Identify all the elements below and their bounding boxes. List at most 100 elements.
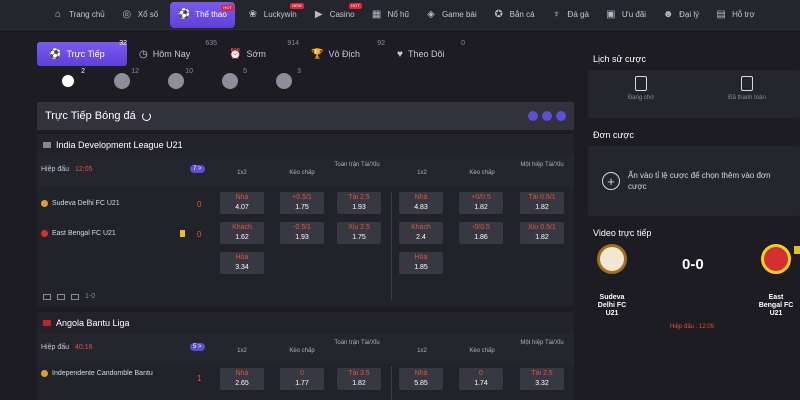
stats-icon[interactable] bbox=[57, 293, 65, 300]
odds-value: 4.07 bbox=[235, 204, 249, 211]
nav-promotions[interactable]: ▣ Ưu đãi bbox=[597, 0, 654, 30]
odds-label: Tài 2.5 bbox=[531, 370, 553, 377]
nav-cards[interactable]: ◈ Game bài bbox=[417, 0, 485, 30]
nav-cockfight[interactable]: ♆ Đá gà bbox=[543, 0, 597, 30]
away-team: East Bengal FC U21 bbox=[41, 230, 116, 237]
odds-label: Tài 0.5/1 bbox=[528, 194, 556, 201]
tennis-icon bbox=[168, 73, 184, 89]
league-name: Angola Bantu Liga bbox=[56, 318, 130, 328]
odds-cell[interactable]: Tài 2.5 3.32 bbox=[520, 368, 564, 390]
odds-cell[interactable]: -0.5/1 1.93 bbox=[280, 222, 324, 244]
fish-icon: ✪ bbox=[494, 9, 503, 20]
live-time: Hiệp đấu : 12:05 bbox=[670, 324, 715, 330]
col-handicap: Kèo chấp bbox=[289, 170, 315, 176]
tab-outright[interactable]: 🏆 Vô Địch 92 bbox=[299, 40, 385, 66]
side-drawer-toggle[interactable] bbox=[794, 246, 800, 254]
sport-tennis[interactable]: 10 bbox=[165, 68, 193, 92]
nav-fish[interactable]: ✪ Bắn cá bbox=[485, 0, 543, 30]
odds-cell[interactable]: Khách 1.62 bbox=[220, 222, 264, 244]
odds-cell[interactable]: Khách 2.4 bbox=[399, 222, 443, 244]
nav-label: Đá gà bbox=[567, 10, 589, 19]
tab-count: 92 bbox=[377, 40, 385, 47]
nav-label: Trang chủ bbox=[69, 10, 105, 19]
away-score: 0 bbox=[197, 230, 202, 239]
odds-cell[interactable]: Xỉu 0.5/1 1.82 bbox=[520, 222, 564, 244]
refresh-icon[interactable] bbox=[141, 111, 151, 121]
col-ou-full: Toàn trận Tài/Xỉu bbox=[334, 162, 380, 168]
league-header[interactable]: Angola Bantu Liga bbox=[37, 312, 574, 334]
luckywin-icon: ❀ bbox=[248, 9, 257, 20]
live-section-header: Trực Tiếp Bóng đá bbox=[37, 102, 574, 130]
odds-cell[interactable]: 0 1.77 bbox=[280, 368, 324, 390]
sport-basketball[interactable]: 12 bbox=[111, 68, 139, 92]
nav-agent[interactable]: ☻ Đại lý bbox=[654, 0, 707, 30]
live-score: 0-0 bbox=[682, 256, 704, 273]
tab-label: Hôm Nay bbox=[152, 49, 191, 59]
odds-value: 3.32 bbox=[535, 380, 549, 387]
nav-casino[interactable]: ▶ Casino HOT bbox=[305, 0, 363, 30]
odds-cell[interactable]: Tài 0.5/1 1.82 bbox=[520, 192, 564, 214]
view-option-icon[interactable] bbox=[542, 111, 552, 121]
heart-icon: ♥ bbox=[397, 48, 403, 60]
odds-cell[interactable]: Nhà 2.65 bbox=[220, 368, 264, 390]
odds-cell[interactable]: Xỉu 2.5 1.75 bbox=[337, 222, 381, 244]
odds-cell[interactable]: -0/0.5 1.86 bbox=[459, 222, 503, 244]
more-markets-button[interactable]: 7 > bbox=[190, 165, 205, 173]
odds-cell[interactable]: Nhà 4.83 bbox=[399, 192, 443, 214]
match-clock: 40:16 bbox=[75, 344, 93, 351]
nav-slots[interactable]: ▦ Nổ hũ bbox=[363, 0, 417, 30]
odds-cell[interactable]: Nhà 5.85 bbox=[399, 368, 443, 390]
settled-bets[interactable]: Đã thanh toán bbox=[694, 70, 800, 118]
table-tennis-icon bbox=[276, 73, 292, 89]
tab-label: Theo Dõi bbox=[407, 49, 445, 59]
col-handicap-half: Kèo chấp bbox=[469, 170, 495, 176]
live-video-panel[interactable]: Sudeva Delhi FC U21 0-0 Hiệp đấu : 12:05… bbox=[588, 238, 800, 358]
more-markets-button[interactable]: 5 > bbox=[190, 343, 205, 351]
odds-cell[interactable]: +0/0.5 1.82 bbox=[459, 192, 503, 214]
tab-favorites[interactable]: ♥ Theo Dõi 0 bbox=[385, 40, 465, 66]
odds-cell[interactable]: 0 1.74 bbox=[459, 368, 503, 390]
sport-volleyball[interactable]: 5 bbox=[219, 68, 247, 92]
support-icon: ▤ bbox=[716, 9, 726, 20]
nav-home[interactable]: ⌂ Trang chủ bbox=[44, 0, 113, 30]
nav-lottery[interactable]: ◎ Xổ số bbox=[113, 0, 166, 30]
clock-icon: ◷ bbox=[139, 48, 148, 60]
odds-cell[interactable]: Nhà 4.07 bbox=[220, 192, 264, 214]
odds-value: 1.75 bbox=[352, 234, 366, 241]
odds-cell[interactable]: Hòa 3.34 bbox=[220, 252, 264, 274]
sport-soccer[interactable]: 2 bbox=[57, 68, 85, 92]
nav-label: Nổ hũ bbox=[387, 10, 409, 19]
tv-icon[interactable] bbox=[71, 293, 79, 300]
sport-table-tennis[interactable]: 3 bbox=[273, 68, 301, 92]
odds-cell[interactable]: Tài 3.5 1.82 bbox=[337, 368, 381, 390]
odds-cell[interactable]: Hòa 1.85 bbox=[399, 252, 443, 274]
odds-cell[interactable]: +0.5/1 1.75 bbox=[280, 192, 324, 214]
odds-column-header: Hiệp đấu 12:05 7 > 1x2 Kèo chấp Toàn trận… bbox=[37, 156, 574, 186]
team-logo-icon bbox=[761, 244, 791, 274]
pending-bets[interactable]: Đang chờ bbox=[588, 70, 694, 118]
odds-label: -0.5/1 bbox=[293, 224, 311, 231]
hot-badge: HOT bbox=[349, 2, 362, 9]
league-name: India Development League U21 bbox=[56, 140, 183, 150]
odds-label: Tài 2.5 bbox=[348, 194, 370, 201]
league-header[interactable]: India Development League U21 bbox=[37, 134, 574, 156]
team-crest-icon bbox=[41, 200, 48, 207]
nav-label: Bắn cá bbox=[509, 10, 535, 19]
team-crest-icon bbox=[41, 230, 48, 237]
team-name: Sudeva Delhi FC U21 bbox=[597, 294, 627, 317]
view-option-icon[interactable] bbox=[528, 111, 538, 121]
nav-luckywin[interactable]: ❀ Luckywin NEW bbox=[239, 0, 305, 30]
view-option-icon[interactable] bbox=[556, 111, 566, 121]
nav-sports[interactable]: ⚽ Thể thao HOT bbox=[170, 1, 235, 28]
nav-support[interactable]: ▤ Hỗ trợ bbox=[707, 0, 763, 30]
odds-label: 0 bbox=[300, 370, 304, 377]
agent-icon: ☻ bbox=[662, 9, 674, 20]
tab-today[interactable]: ◷ Hôm Nay 635 bbox=[127, 40, 217, 66]
odds-cell[interactable]: Tài 2.5 1.93 bbox=[337, 192, 381, 214]
tab-live[interactable]: ⚽ Trực Tiếp 32 bbox=[37, 40, 127, 66]
video-icon[interactable] bbox=[43, 293, 51, 300]
odds-value: 1.85 bbox=[414, 264, 428, 271]
col-ou-half: Một hiệp Tài/Xỉu bbox=[520, 340, 564, 346]
video-home-team: Sudeva Delhi FC U21 bbox=[592, 244, 632, 318]
tab-early[interactable]: ⏰ Sớm 914 bbox=[217, 40, 299, 66]
